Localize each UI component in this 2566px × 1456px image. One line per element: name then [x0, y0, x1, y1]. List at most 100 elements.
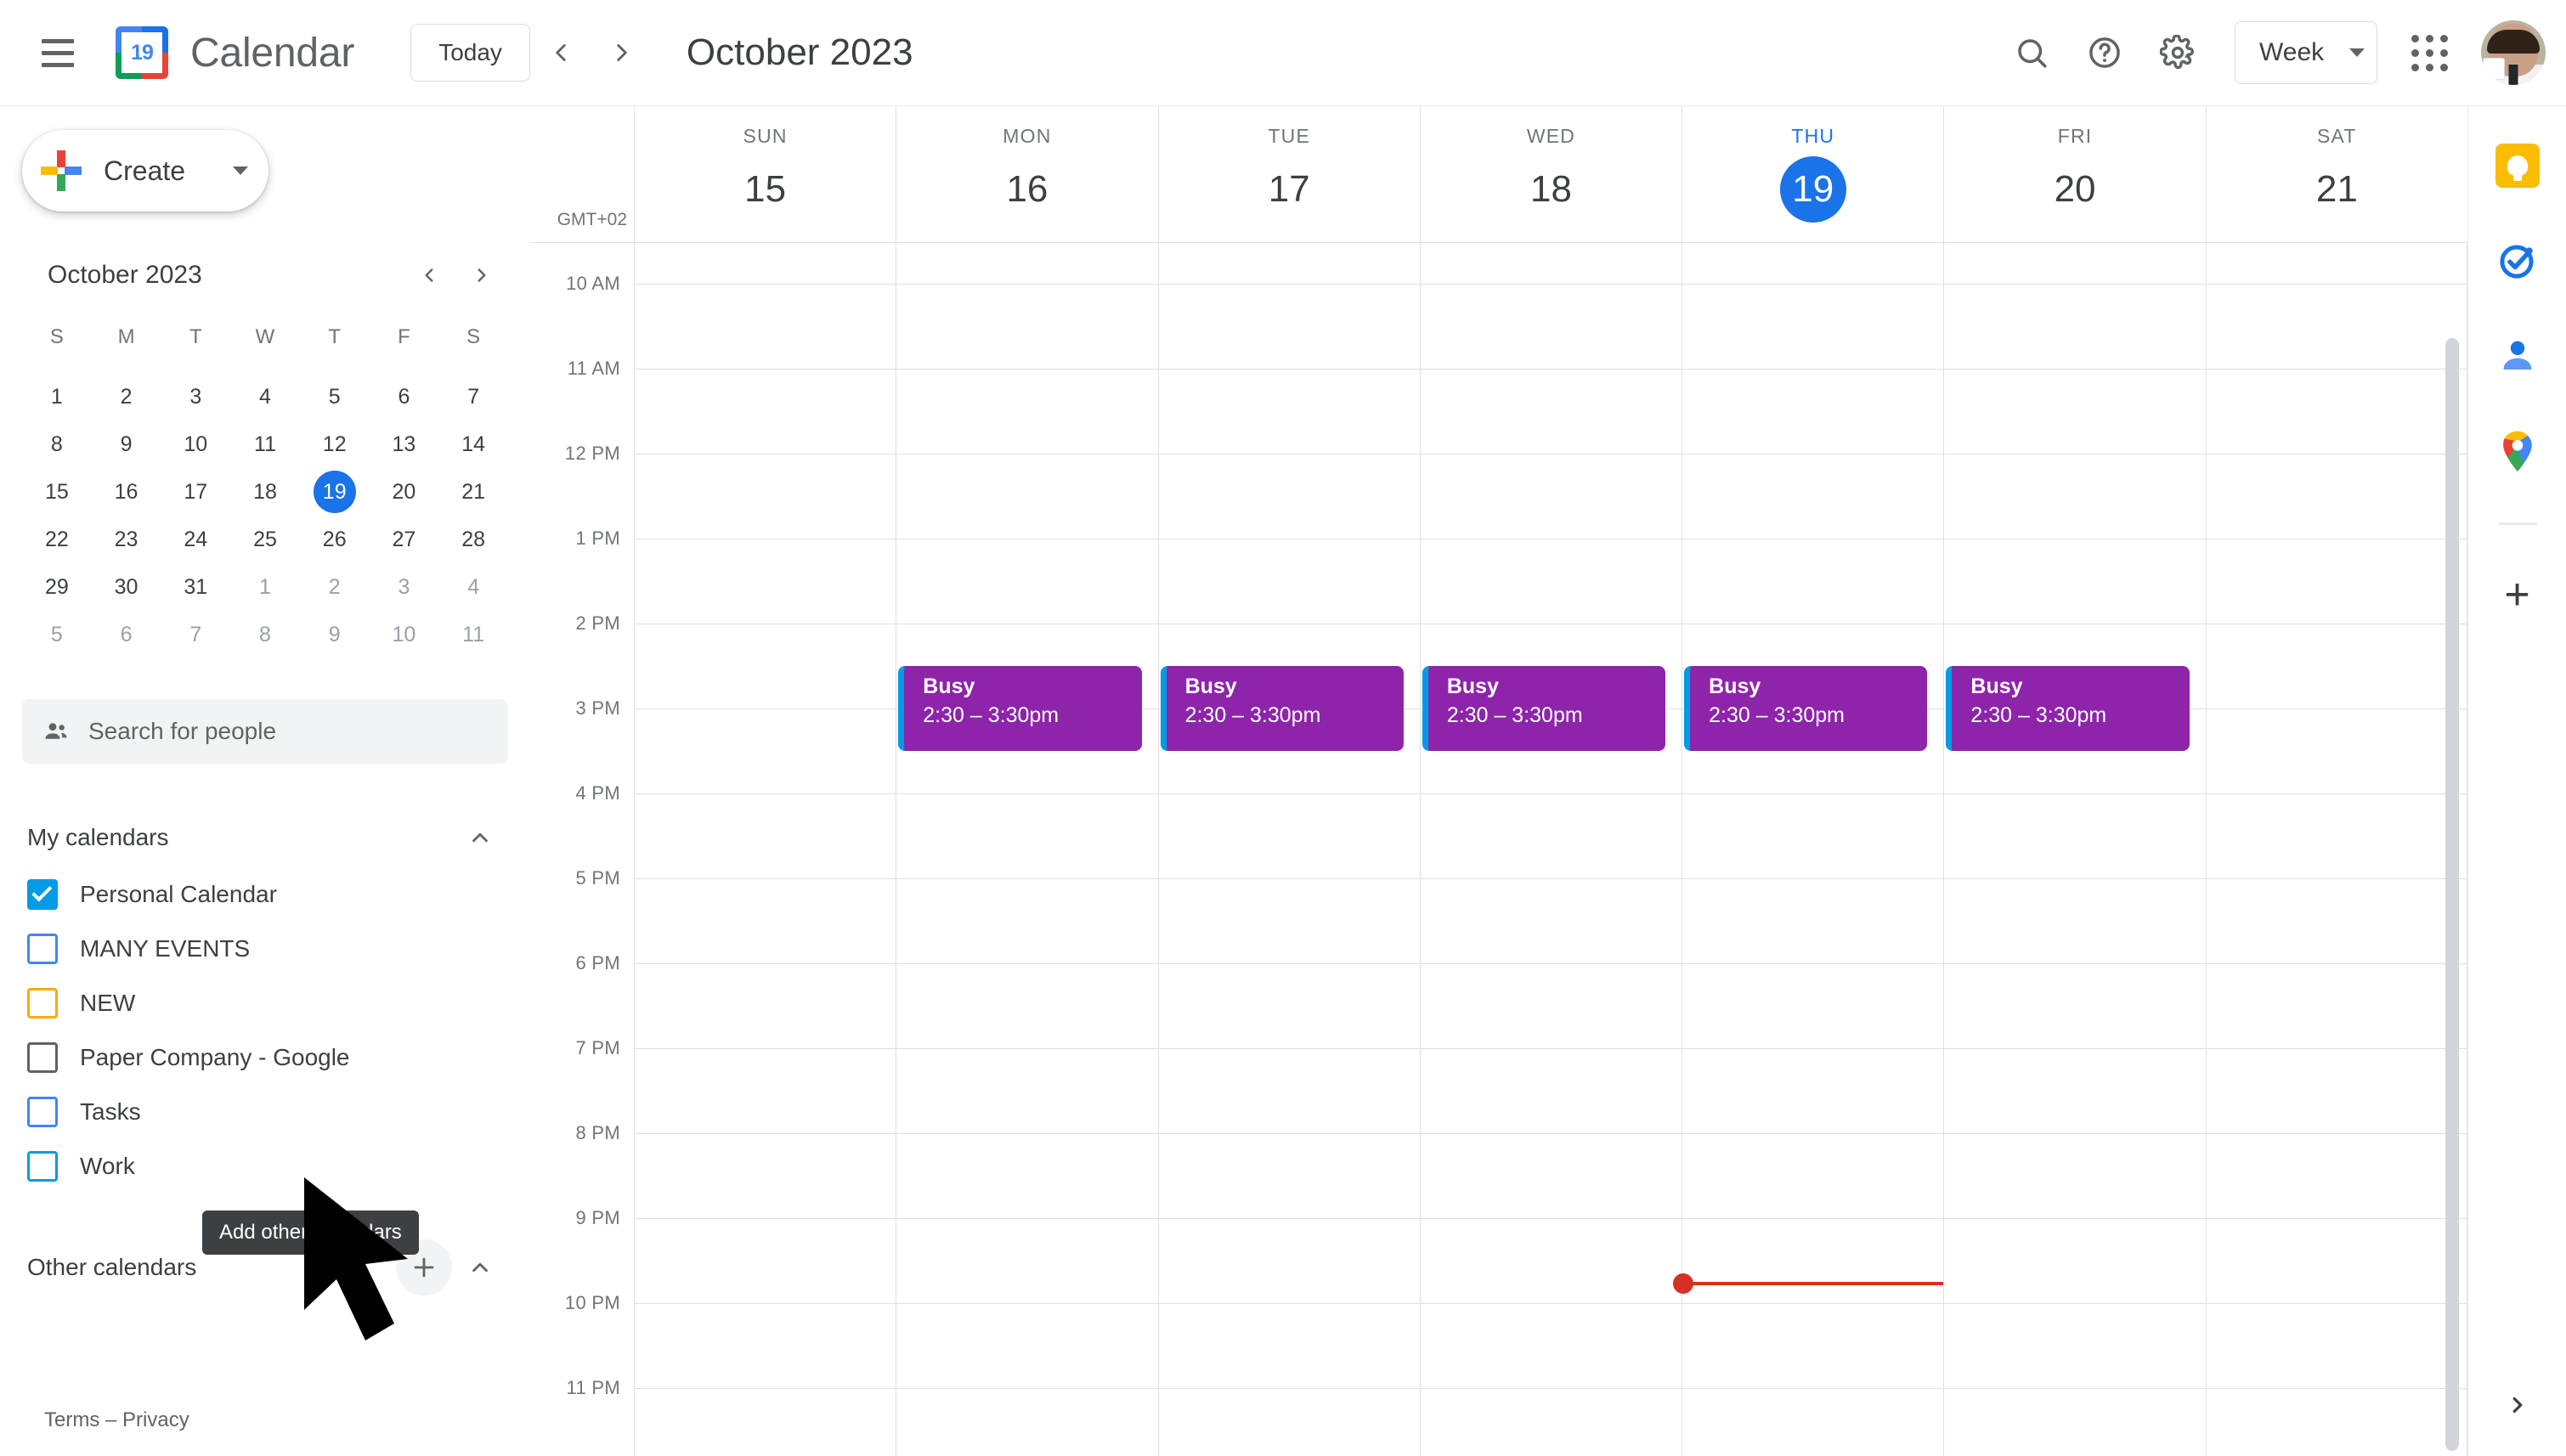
other-calendars-collapse-button[interactable]	[452, 1239, 508, 1295]
mini-calendar-day[interactable]: 13	[370, 420, 439, 468]
mini-calendar-day[interactable]: 18	[230, 468, 300, 516]
search-people-input[interactable]: Search for people	[22, 699, 508, 764]
mini-calendar-day[interactable]: 7	[438, 373, 508, 420]
mini-calendar-day[interactable]: 19	[300, 468, 370, 516]
time-slots[interactable]: Busy 2:30 – 3:30pm Busy 2:30 – 3:30pm Busy 2:…	[634, 243, 2467, 1456]
mini-calendar-day[interactable]: 4	[438, 563, 508, 611]
day-header-date[interactable]: 15	[732, 156, 799, 223]
day-header-date[interactable]: 19	[1779, 156, 1846, 223]
calendar-checkbox[interactable]	[27, 879, 58, 910]
create-button[interactable]: Create	[22, 130, 268, 212]
calendar-checkbox[interactable]	[27, 1151, 58, 1182]
calendar-list-item-5[interactable]: Work	[0, 1139, 530, 1194]
search-icon[interactable]	[1995, 16, 2068, 89]
mini-calendar-day[interactable]: 26	[300, 516, 370, 563]
day-header-mon[interactable]: MON 16	[896, 106, 1157, 242]
next-period-button[interactable]	[591, 22, 653, 83]
calendar-list-item-1[interactable]: MANY EVENTS	[0, 922, 530, 976]
mini-calendar-day[interactable]: 16	[92, 468, 161, 516]
calendar-list-item-3[interactable]: Paper Company - Google	[0, 1030, 530, 1085]
contacts-icon[interactable]	[2494, 332, 2541, 380]
calendar-list-item-2[interactable]: NEW	[0, 976, 530, 1030]
avatar[interactable]	[2481, 20, 2546, 85]
calendar-checkbox[interactable]	[27, 1097, 58, 1127]
view-selector[interactable]: Week	[2235, 21, 2377, 84]
mini-calendar-day[interactable]: 29	[22, 563, 92, 611]
help-icon[interactable]	[2068, 16, 2141, 89]
add-rail-app-button[interactable]: +	[2504, 573, 2529, 617]
mini-calendar-day[interactable]: 15	[22, 468, 92, 516]
previous-period-button[interactable]	[530, 22, 591, 83]
mini-calendar-day[interactable]: 1	[22, 373, 92, 420]
mini-calendar-day[interactable]: 5	[300, 373, 370, 420]
mini-calendar-day[interactable]: 31	[161, 563, 230, 611]
day-header-date[interactable]: 21	[2303, 156, 2370, 223]
day-header-sat[interactable]: SAT 21	[2205, 106, 2467, 242]
maps-icon[interactable]	[2494, 427, 2541, 475]
hamburger-menu-icon[interactable]	[19, 14, 97, 92]
my-calendars-collapse-button[interactable]	[452, 810, 508, 866]
mini-calendar-day[interactable]: 8	[230, 611, 300, 658]
mini-calendar-day[interactable]: 22	[22, 516, 92, 563]
day-header-date[interactable]: 16	[994, 156, 1060, 223]
mini-calendar-day[interactable]: 4	[230, 373, 300, 420]
mini-calendar-day[interactable]: 9	[300, 611, 370, 658]
my-calendars-header[interactable]: My calendars	[22, 808, 508, 867]
mini-calendar-day[interactable]: 1	[230, 563, 300, 611]
calendar-event[interactable]: Busy 2:30 – 3:30pm	[1684, 666, 1928, 751]
mini-calendar-day[interactable]: 9	[92, 420, 161, 468]
mini-calendar-day[interactable]: 7	[161, 611, 230, 658]
mini-calendar-day[interactable]: 14	[438, 420, 508, 468]
mini-calendar-day[interactable]: 10	[161, 420, 230, 468]
mini-calendar-day[interactable]: 5	[22, 611, 92, 658]
mini-calendar-day[interactable]: 21	[438, 468, 508, 516]
mini-calendar-day[interactable]: 11	[230, 420, 300, 468]
calendar-checkbox[interactable]	[27, 1042, 58, 1073]
mini-calendar-prev-button[interactable]	[403, 249, 455, 302]
mini-calendar-day[interactable]: 10	[370, 611, 439, 658]
day-header-tue[interactable]: TUE 17	[1157, 106, 1420, 242]
tasks-icon[interactable]	[2494, 237, 2541, 285]
day-header-date[interactable]: 17	[1256, 156, 1322, 223]
gear-icon[interactable]	[2141, 16, 2214, 89]
keep-icon[interactable]	[2494, 142, 2541, 189]
people-icon	[45, 723, 67, 739]
day-header-date[interactable]: 18	[1518, 156, 1584, 223]
mini-calendar-day[interactable]: 17	[161, 468, 230, 516]
today-button[interactable]: Today	[410, 24, 530, 82]
mini-calendar-day[interactable]: 24	[161, 516, 230, 563]
calendar-event[interactable]: Busy 2:30 – 3:30pm	[1160, 666, 1404, 751]
day-header-fri[interactable]: FRI 20	[1943, 106, 2205, 242]
calendar-event[interactable]: Busy 2:30 – 3:30pm	[1946, 666, 2190, 751]
mini-calendar-day[interactable]: 3	[161, 373, 230, 420]
mini-calendar-day[interactable]: 8	[22, 420, 92, 468]
mini-calendar-day[interactable]: 2	[92, 373, 161, 420]
calendar-list-item-0[interactable]: Personal Calendar	[0, 867, 530, 922]
mini-calendar-day[interactable]: 30	[92, 563, 161, 611]
mini-calendar-day[interactable]: 12	[300, 420, 370, 468]
mini-calendar-day[interactable]: 23	[92, 516, 161, 563]
mini-calendar-next-button[interactable]	[455, 249, 508, 302]
day-header-thu[interactable]: THU 19	[1681, 106, 1943, 242]
mini-calendar-day[interactable]: 11	[438, 611, 508, 658]
apps-grid-icon[interactable]	[2393, 16, 2466, 89]
day-header-date[interactable]: 20	[2042, 156, 2108, 223]
footer-terms-privacy[interactable]: Terms – Privacy	[44, 1408, 189, 1432]
mini-calendar-day[interactable]: 6	[370, 373, 439, 420]
calendar-event[interactable]: Busy 2:30 – 3:30pm	[1421, 666, 1666, 751]
calendar-checkbox[interactable]	[27, 988, 58, 1019]
day-header-sun[interactable]: SUN 15	[634, 106, 896, 242]
mini-calendar-day[interactable]: 2	[300, 563, 370, 611]
vertical-scrollbar[interactable]	[2445, 338, 2459, 1451]
mini-calendar-day[interactable]: 3	[370, 563, 439, 611]
calendar-checkbox[interactable]	[27, 934, 58, 964]
mini-calendar-day[interactable]: 28	[438, 516, 508, 563]
calendar-event[interactable]: Busy 2:30 – 3:30pm	[898, 666, 1142, 751]
mini-calendar-day[interactable]: 20	[370, 468, 439, 516]
day-header-wed[interactable]: WED 18	[1419, 106, 1681, 242]
expand-side-panel-button[interactable]	[2487, 1374, 2548, 1436]
calendar-list-item-4[interactable]: Tasks	[0, 1085, 530, 1139]
mini-calendar-day[interactable]: 27	[370, 516, 439, 563]
mini-calendar-day[interactable]: 6	[92, 611, 161, 658]
mini-calendar-day[interactable]: 25	[230, 516, 300, 563]
